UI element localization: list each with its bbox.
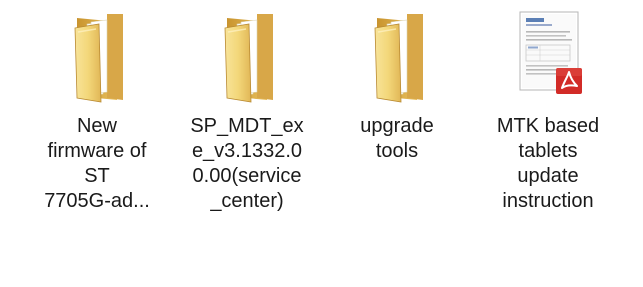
- desktop-icon-area: New firmware of ST 7705G-ad... SP_MDT_ex…: [0, 0, 643, 287]
- desktop-item-sp-mdt-folder[interactable]: SP_MDT_ex e_v3.1332.0 0.00(service _cent…: [177, 6, 317, 214]
- desktop-item-upgrade-tools-folder[interactable]: upgrade tools: [327, 6, 467, 164]
- folder-icon: [74, 14, 123, 103]
- desktop-item-label: upgrade tools: [360, 115, 434, 162]
- desktop-item-label: SP_MDT_ex e_v3.1332.0 0.00(service _cent…: [190, 115, 304, 212]
- desktop-item-label: MTK based tablets update instruction: [496, 115, 600, 212]
- folder-icon: [374, 14, 423, 103]
- pdf-file-icon: [519, 11, 582, 94]
- folder-icon: [224, 14, 273, 103]
- desktop-item-label: New firmware of ST 7705G-ad...: [44, 115, 150, 212]
- desktop-item-mtk-pdf-file[interactable]: MTK based tablets update instruction: [478, 6, 618, 214]
- desktop-item-new-firmware-folder[interactable]: New firmware of ST 7705G-ad...: [27, 6, 167, 214]
